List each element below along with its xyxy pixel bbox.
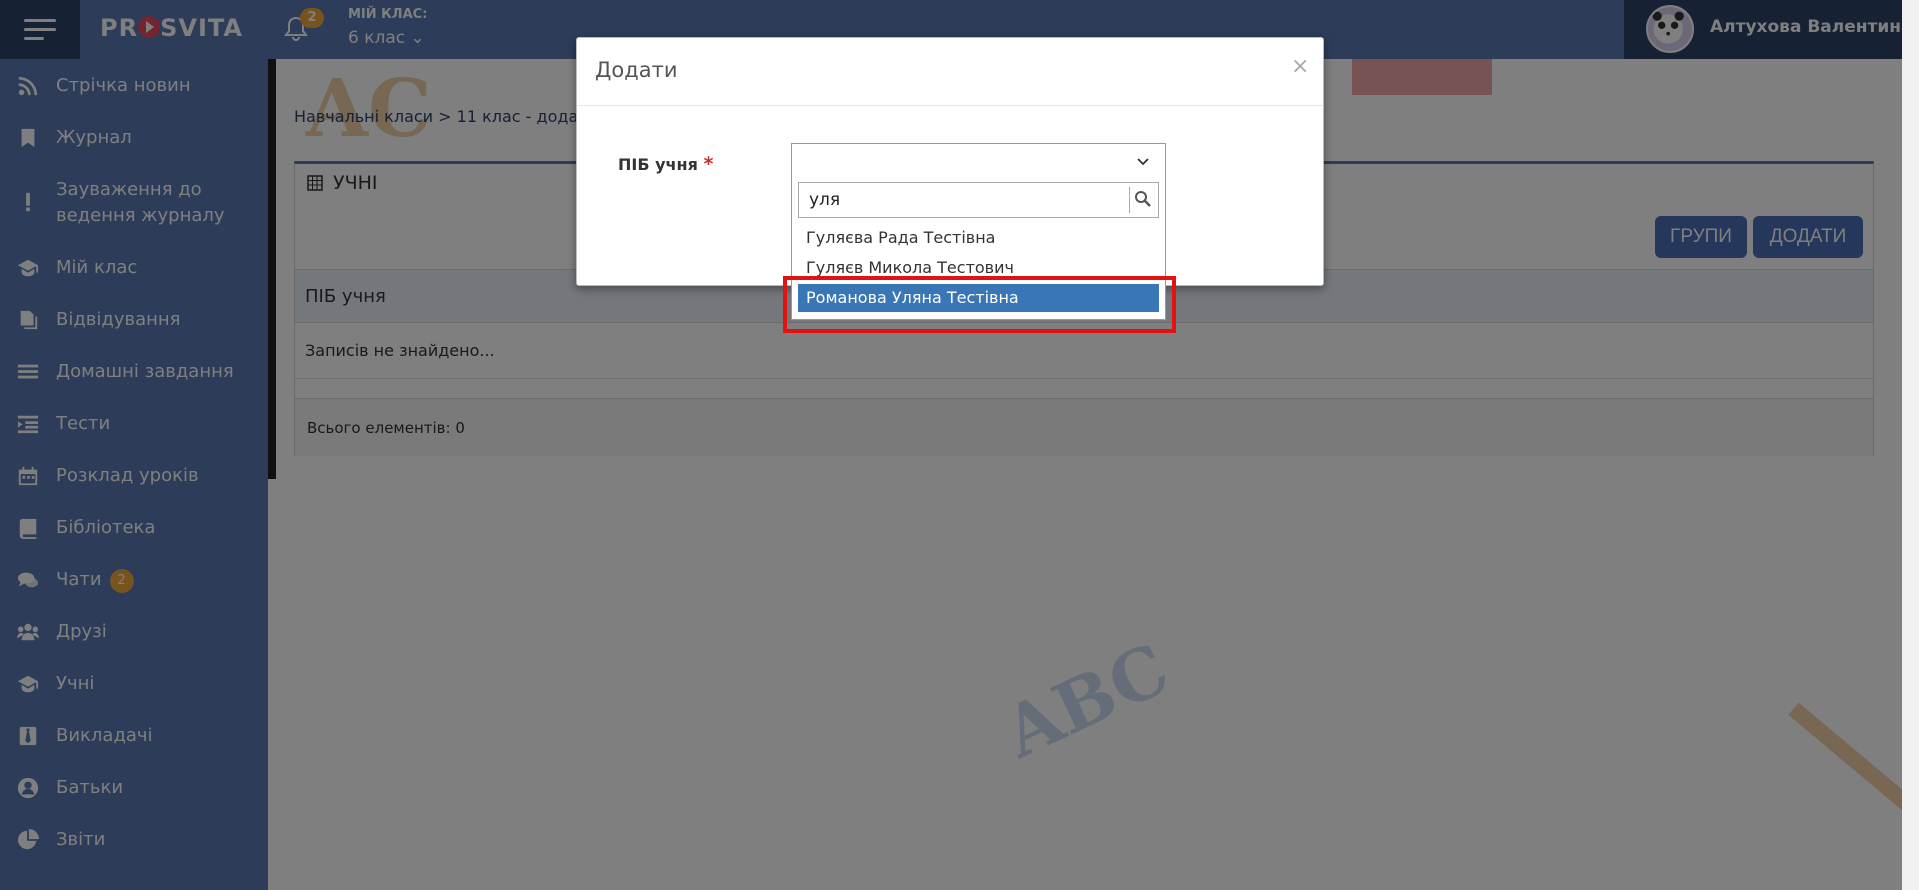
search-separator (1129, 187, 1130, 213)
required-mark: * (703, 153, 714, 175)
option-hulyaieva-rada[interactable]: Гуляєва Рада Тестівна (798, 224, 1159, 252)
chevron-down-icon (1137, 158, 1149, 166)
search-input-value: уля (809, 190, 841, 210)
search-icon[interactable] (1134, 190, 1152, 208)
student-search-input[interactable]: уля (798, 182, 1159, 218)
selection-highlight-box (783, 276, 1176, 333)
close-icon[interactable]: × (1291, 54, 1309, 79)
student-name-label: ПІБ учня * (618, 153, 714, 175)
modal-header: Додати × (577, 38, 1323, 106)
student-select[interactable] (791, 143, 1166, 182)
page-scrollbar[interactable] (1902, 0, 1919, 890)
modal-title: Додати (595, 58, 678, 82)
